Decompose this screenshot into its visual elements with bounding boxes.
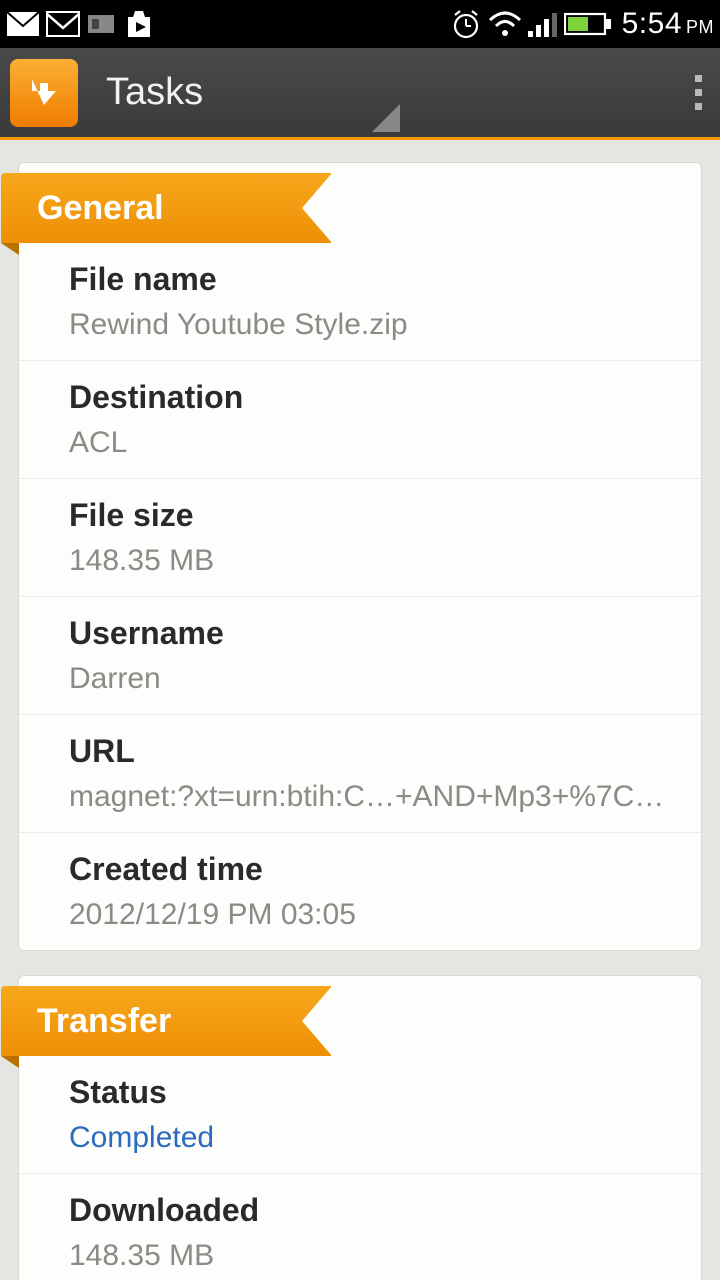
row-url[interactable]: URL magnet:?xt=urn:btih:C…+AND+Mp3+%7CHD xyxy=(19,715,701,833)
content-area: General File name Rewind Youtube Style.z… xyxy=(0,140,720,1280)
status-time: 5:54PM xyxy=(622,7,714,41)
downloaded-value: 148.35 MB xyxy=(69,1239,677,1273)
transfer-ribbon: Transfer xyxy=(1,986,701,1056)
file-name-value: Rewind Youtube Style.zip xyxy=(69,308,677,342)
general-card: General File name Rewind Youtube Style.z… xyxy=(18,162,702,951)
file-size-value: 148.35 MB xyxy=(69,544,677,578)
row-username[interactable]: Username Darren xyxy=(19,597,701,715)
url-value: magnet:?xt=urn:btih:C…+AND+Mp3+%7CHD xyxy=(69,780,677,814)
row-file-size[interactable]: File size 148.35 MB xyxy=(19,479,701,597)
destination-value: ACL xyxy=(69,426,677,460)
spinner-dropdown-icon[interactable] xyxy=(372,104,400,132)
row-created-time[interactable]: Created time 2012/12/19 PM 03:05 xyxy=(19,833,701,950)
badge-icon xyxy=(86,11,116,37)
action-bar: Tasks xyxy=(0,48,720,140)
row-destination[interactable]: Destination ACL xyxy=(19,361,701,479)
signal-icon xyxy=(528,11,558,37)
play-store-icon xyxy=(122,7,156,41)
page-title[interactable]: Tasks xyxy=(106,71,203,114)
alarm-icon xyxy=(450,8,482,40)
row-file-name[interactable]: File name Rewind Youtube Style.zip xyxy=(19,243,701,361)
overflow-menu-button[interactable] xyxy=(685,65,712,120)
wifi-icon xyxy=(488,10,522,38)
status-label: Status xyxy=(69,1074,677,1111)
app-icon[interactable] xyxy=(10,59,78,127)
username-value: Darren xyxy=(69,662,677,696)
general-ribbon: General xyxy=(1,173,701,243)
gmail-icon xyxy=(46,11,80,37)
downloaded-label: Downloaded xyxy=(69,1192,677,1229)
mail-icon xyxy=(6,11,40,37)
row-status[interactable]: Status Completed xyxy=(19,1056,701,1174)
row-downloaded[interactable]: Downloaded 148.35 MB xyxy=(19,1174,701,1280)
status-bar: 5:54PM xyxy=(0,0,720,48)
created-time-value: 2012/12/19 PM 03:05 xyxy=(69,898,677,932)
url-label: URL xyxy=(69,733,677,770)
status-value: Completed xyxy=(69,1121,677,1155)
battery-icon xyxy=(564,11,612,37)
created-time-label: Created time xyxy=(69,851,677,888)
file-size-label: File size xyxy=(69,497,677,534)
file-name-label: File name xyxy=(69,261,677,298)
transfer-card: Transfer Status Completed Downloaded 148… xyxy=(18,975,702,1280)
destination-label: Destination xyxy=(69,379,677,416)
username-label: Username xyxy=(69,615,677,652)
